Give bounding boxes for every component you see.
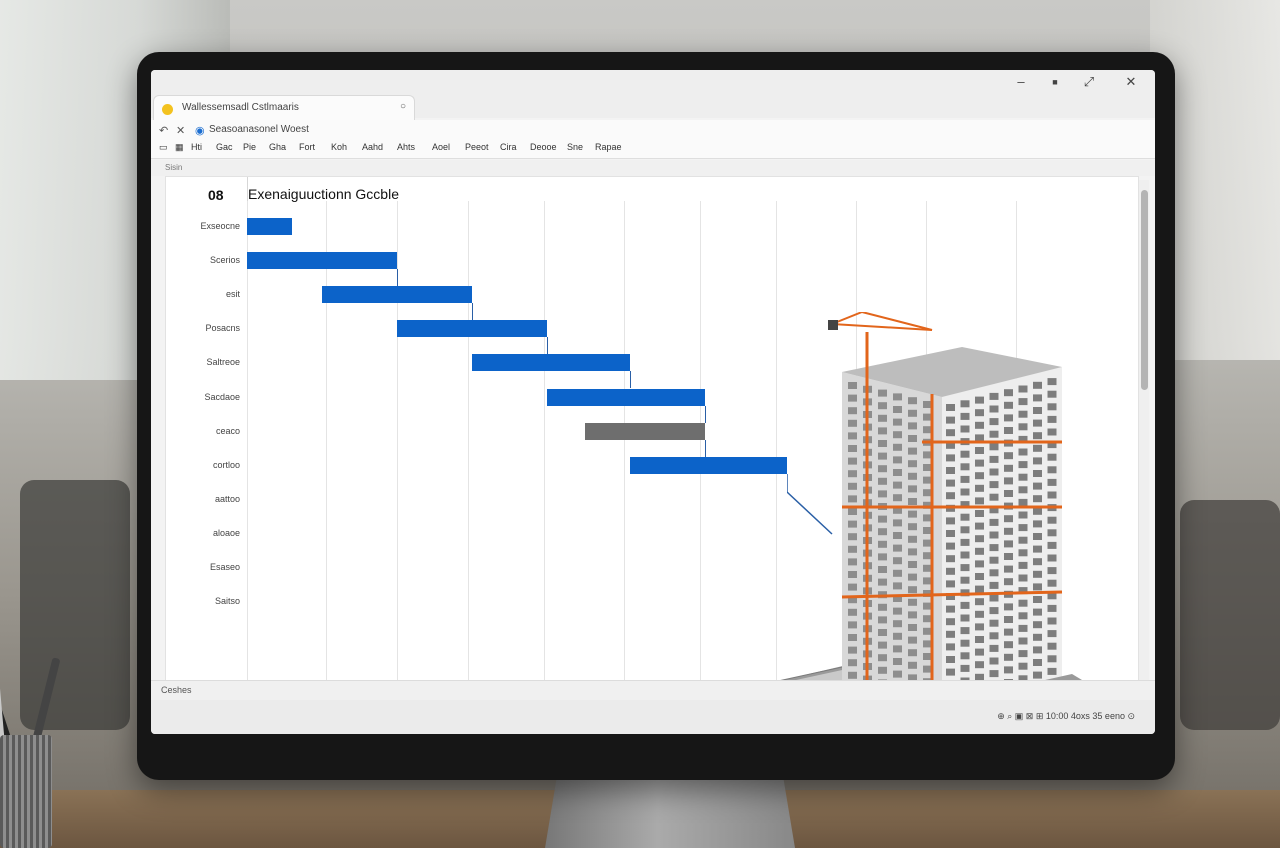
address-bar[interactable]: ↶ ✕ ◉ Seasoanasonel Woest [151,120,1155,140]
dependency-line [705,439,706,457]
row-label: aloaoe [212,527,240,538]
menu-item[interactable]: Deooe [530,142,557,152]
gridline [544,201,545,699]
screen: Wallessemsadl Cstlmaaris ○ – ■ ⤢ ✕ ↶ ✕ ◉… [151,70,1155,734]
menu-item[interactable]: Aoel [432,142,450,152]
row-label: Saltreoe [206,357,240,368]
row-label: cortloo [212,459,240,470]
menu-item[interactable]: Ahts [397,142,415,152]
sub-toolbar: Sisin [151,160,1155,176]
taskbar: ⊕ ⌕ ▣ ⊠ ⊞ 10:00 4oxs 35 eeno ⊙ [151,700,1155,734]
task-bar[interactable] [472,354,630,372]
row-label: Sacdaoe [204,391,240,402]
menu-item[interactable]: Sne [567,142,583,152]
tab-close-icon[interactable]: ○ [400,101,406,112]
row-label: Esaseo [209,562,240,572]
title-bar: Wallessemsadl Cstlmaaris ○ – ■ ⤢ ✕ [151,70,1155,122]
dependency-line [630,371,631,389]
dependency-line [397,269,398,287]
scrollbar-thumb[interactable] [1141,190,1148,390]
menu-item[interactable]: Aahd [362,142,383,152]
menu-item[interactable]: Fort [299,142,315,152]
menu-item[interactable]: Pie [243,142,256,152]
menu-bar: ▭ ▦ Hti Gac Pie Gha Fort Koh Aahd Ahts A… [151,138,1155,159]
app-icon [162,104,173,115]
grid-icon[interactable]: ▦ [175,142,184,153]
task-bar[interactable] [247,218,292,235]
menu-item[interactable]: Peeot [465,142,489,152]
maximize-button[interactable]: ■ [1045,77,1065,87]
row-label: Posacns [205,323,240,334]
back-icon[interactable]: ↶ [159,124,168,137]
close-icon[interactable]: ✕ [176,124,185,137]
system-tray[interactable]: ⊕ ⌕ ▣ ⊠ ⊞ 10:00 4oxs 35 eeno ⊙ [997,711,1135,722]
minimize-button[interactable]: – [1011,74,1031,89]
menu-item[interactable]: Cira [500,142,517,152]
menu-item[interactable]: Gha [269,142,286,152]
dependency-line [472,303,473,321]
task-bar[interactable] [547,388,705,406]
task-bar[interactable] [397,320,547,338]
gridline [247,201,248,699]
background-chair [20,480,130,730]
status-bar: Ceshes [151,680,1155,701]
chart-id-label: 08 [208,187,224,203]
address-text: Seasoanasonel Woest [209,124,309,135]
row-label: esit [225,289,240,300]
background-chair-right [1180,500,1280,730]
task-bar[interactable] [584,422,705,440]
restore-button[interactable]: ⤢ [1079,74,1099,90]
gridline [700,201,701,699]
menu-item[interactable]: Rapae [595,142,622,152]
menu-item[interactable]: Koh [331,142,347,152]
site-icon: ◉ [195,125,205,137]
task-bar[interactable] [247,252,397,270]
dependency-line [547,337,548,355]
menu-item[interactable]: Hti [191,142,202,152]
pen-cup [0,735,52,848]
gridline [468,201,469,699]
dependency-line [705,405,706,423]
row-label: Exseocne [200,221,240,231]
window-tab[interactable]: Wallessemsadl Cstlmaaris ○ [153,95,415,122]
row-label: Scerios [209,255,240,266]
tab-title: Wallessemsadl Cstlmaaris [182,102,299,113]
chart-title: Exenaiguuctionn Gccble [248,186,399,202]
window-close-button[interactable]: ✕ [1121,74,1141,90]
gridline [326,201,327,699]
sub-toolbar-label: Sisin [165,163,183,172]
status-text: Ceshes [161,685,192,695]
task-bar[interactable] [322,286,472,304]
save-icon[interactable]: ▭ [159,142,168,153]
gridline [624,201,625,699]
gantt-chart: 08 Exenaiguuctionn Gccble Exseocne Scerio… [165,176,1139,734]
menu-item[interactable]: Gac [216,142,233,152]
row-label: aattoo [214,493,240,504]
row-label: ceaco [215,425,240,436]
row-label: Saitso [214,596,240,607]
building-render [732,311,1138,734]
